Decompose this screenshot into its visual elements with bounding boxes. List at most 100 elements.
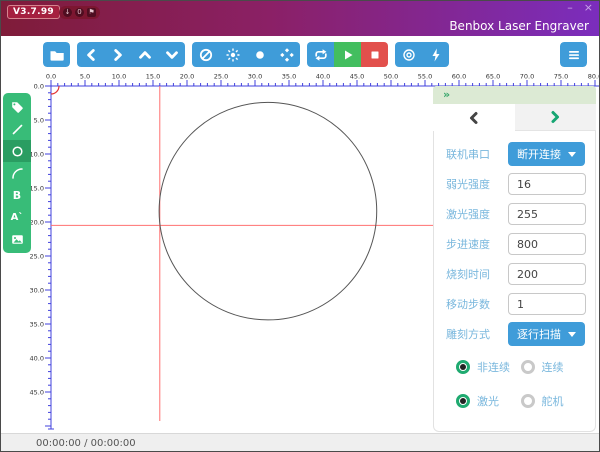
folder-icon	[49, 47, 65, 63]
strong-light-button[interactable]	[246, 42, 273, 67]
svg-text:40.0: 40.0	[316, 73, 330, 81]
move-left-button[interactable]	[77, 42, 104, 67]
field-move-steps: 移动步数	[446, 289, 585, 319]
sidebar-item-circle[interactable]	[3, 140, 31, 162]
svg-text:25.0: 25.0	[214, 73, 228, 81]
play-button[interactable]	[334, 42, 361, 67]
field-label: 弱光强度	[446, 176, 508, 192]
minimize-button[interactable]: –	[567, 1, 573, 15]
field-label: 烧刻时间	[446, 266, 508, 282]
flag-icon[interactable]: ⚑	[87, 8, 96, 17]
image-icon	[11, 233, 24, 246]
close-button[interactable]: ×	[584, 1, 593, 15]
svg-text:50.0: 50.0	[384, 73, 398, 81]
laser-power-input[interactable]	[508, 203, 586, 225]
svg-text:10.0: 10.0	[30, 151, 44, 159]
radio-selected-icon	[456, 360, 470, 374]
text-icon: A`	[11, 212, 24, 223]
zero-badge-icon[interactable]: 0	[75, 8, 84, 17]
svg-text:5.0: 5.0	[80, 73, 90, 81]
elapsed-time: 00:00:00 / 00:00:00	[36, 438, 136, 449]
weak-light-button[interactable]	[219, 42, 246, 67]
move-right-button[interactable]	[104, 42, 131, 67]
engrave-mode-dropdown[interactable]: 逐行扫描	[508, 322, 585, 346]
field-label: 雕刻方式	[446, 326, 508, 342]
tab-next[interactable]	[515, 104, 597, 131]
menu-icon	[566, 47, 582, 63]
version-badge: V3.7.99	[7, 5, 60, 19]
svg-text:35.0: 35.0	[30, 321, 44, 329]
move-down-button[interactable]	[158, 42, 185, 67]
app-window: V3.7.99 ↓ 0 ⚑ – × Benbox Laser Engraver	[0, 0, 600, 452]
sidebar-item-text[interactable]: A`	[3, 206, 31, 228]
svg-text:55.0: 55.0	[418, 73, 432, 81]
serial-connect-dropdown[interactable]: 断开连接	[508, 142, 585, 166]
field-serial-port: 联机串口 断开连接	[446, 139, 585, 169]
open-file-button[interactable]	[43, 42, 70, 67]
bolt-button[interactable]	[422, 42, 449, 67]
strong-light-icon	[252, 47, 268, 63]
canvas-workspace[interactable]: 0.05.010.015.020.025.030.035.040.045.050…	[1, 73, 599, 433]
laser-off-button[interactable]	[192, 42, 219, 67]
field-step-speed: 步进速度	[446, 229, 585, 259]
panel-body: 联机串口 断开连接 弱光强度 激光强度 步进速度	[433, 131, 596, 432]
sidebar-item-image[interactable]	[3, 228, 31, 250]
svg-text:40.0: 40.0	[30, 355, 44, 363]
tab-chevron-right-icon	[548, 110, 562, 124]
weak-light-input[interactable]	[508, 173, 586, 195]
record-button[interactable]	[395, 42, 422, 67]
chevron-right-icon	[110, 47, 126, 63]
svg-text:25.0: 25.0	[30, 253, 44, 261]
radio-laser[interactable]: 激光	[456, 393, 521, 409]
title-badge-pill: ↓ 0 ⚑	[59, 6, 100, 19]
svg-text:0.0: 0.0	[34, 83, 44, 91]
field-engrave-mode: 雕刻方式 逐行扫描	[446, 319, 585, 349]
svg-text:60.0: 60.0	[452, 73, 466, 81]
collapse-panel-icon[interactable]: »	[443, 90, 450, 100]
download-icon[interactable]: ↓	[63, 8, 72, 17]
bold-icon: B	[13, 189, 21, 202]
tab-prev[interactable]	[433, 104, 515, 131]
svg-text:30.0: 30.0	[30, 287, 44, 295]
loop-icon	[313, 47, 329, 63]
move-up-button[interactable]	[131, 42, 158, 67]
svg-text:80.0: 80.0	[588, 73, 599, 81]
loop-button[interactable]	[307, 42, 334, 67]
sidebar-item-line[interactable]	[3, 118, 31, 140]
radio-servo[interactable]: 舵机	[521, 393, 586, 409]
svg-text:10.0: 10.0	[112, 73, 126, 81]
tab-chevron-left-icon	[467, 111, 481, 125]
field-weak-light: 弱光强度	[446, 169, 585, 199]
sidebar-item-tag[interactable]	[3, 96, 31, 118]
center-button[interactable]	[273, 42, 300, 67]
svg-text:30.0: 30.0	[248, 73, 262, 81]
menu-button[interactable]	[560, 42, 587, 67]
stop-button[interactable]	[361, 42, 388, 67]
diamond-icon	[279, 47, 295, 63]
svg-text:15.0: 15.0	[146, 73, 160, 81]
field-label: 步进速度	[446, 236, 508, 252]
line-icon	[11, 123, 24, 136]
ban-icon	[198, 47, 214, 63]
field-burn-time: 烧刻时间	[446, 259, 585, 289]
svg-text:45.0: 45.0	[30, 389, 44, 397]
sidebar-item-arc[interactable]	[3, 162, 31, 184]
arc-icon	[11, 167, 24, 180]
burn-time-input[interactable]	[508, 263, 586, 285]
sidebar-item-bold[interactable]: B	[3, 184, 31, 206]
radio-noncontinuous[interactable]: 非连续	[456, 359, 521, 375]
caret-down-icon	[568, 152, 576, 157]
bolt-icon	[428, 47, 444, 63]
svg-text:5.0: 5.0	[34, 117, 44, 125]
step-speed-input[interactable]	[508, 233, 586, 255]
device-radio-group: 激光 舵机	[446, 385, 585, 417]
move-steps-input[interactable]	[508, 293, 586, 315]
svg-text:70.0: 70.0	[520, 73, 534, 81]
svg-text:0.0: 0.0	[46, 73, 56, 81]
svg-text:45.0: 45.0	[350, 73, 364, 81]
stop-icon	[367, 47, 383, 63]
radio-continuous[interactable]: 连续	[521, 359, 586, 375]
status-bar: 00:00:00 / 00:00:00	[1, 433, 599, 452]
field-label: 移动步数	[446, 296, 508, 312]
svg-text:75.0: 75.0	[554, 73, 568, 81]
